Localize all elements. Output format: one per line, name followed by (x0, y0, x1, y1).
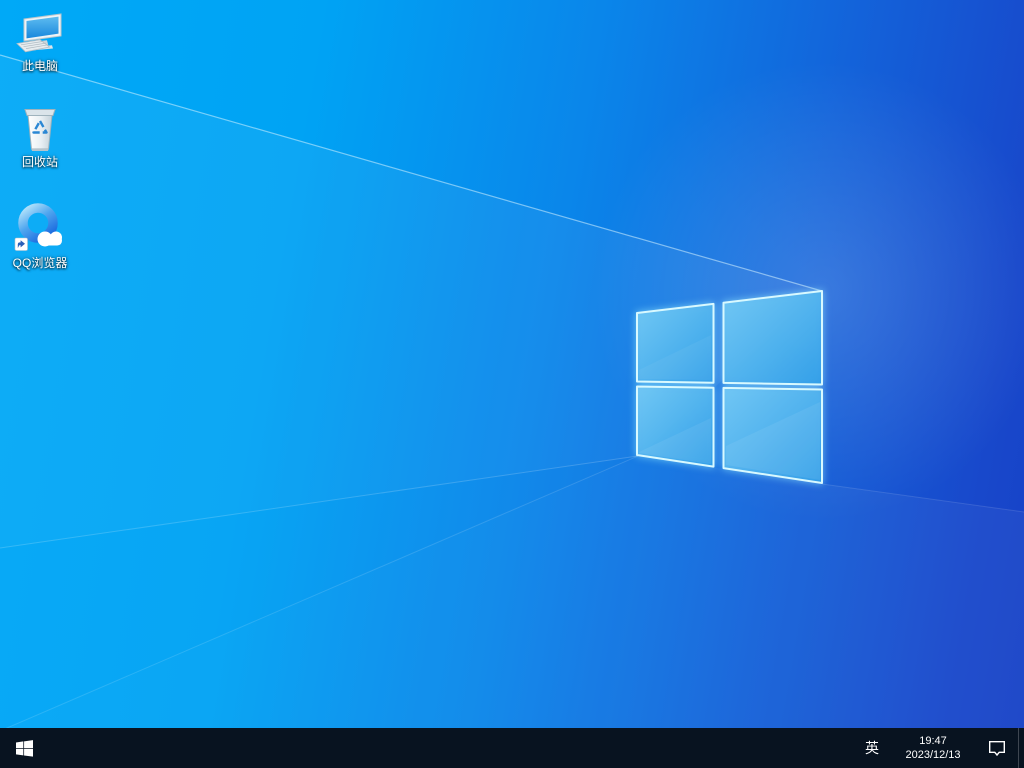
clock-date: 2023/12/13 (905, 749, 961, 761)
qq-browser-icon (14, 203, 62, 251)
taskbar-clock[interactable]: 19:47 2023/12/13 (890, 728, 976, 768)
computer-monitor-icon (16, 13, 62, 53)
windows-start-icon (15, 739, 33, 757)
action-center-button[interactable] (976, 728, 1018, 768)
show-desktop-button[interactable] (1018, 728, 1024, 768)
desktop-icon-qq-browser[interactable]: QQ浏览器 (2, 201, 78, 270)
desktop-icon-this-pc[interactable]: 此电脑 (2, 8, 78, 73)
desktop-icon-label: 此电脑 (21, 59, 58, 73)
wallpaper-light-rays (0, 54, 1024, 728)
recycle-bin-icon (24, 109, 56, 151)
start-button[interactable] (0, 728, 48, 768)
desktop-icon-label: QQ浏览器 (12, 256, 68, 270)
clock-time: 19:47 (919, 735, 947, 747)
system-tray: 英 19:47 2023/12/13 (854, 728, 1024, 768)
action-center-icon (989, 740, 1005, 756)
wallpaper-art (0, 54, 1024, 728)
desktop-wallpaper[interactable] (0, 0, 1024, 768)
input-method-indicator[interactable]: 英 (854, 728, 890, 768)
desktop-icon-recycle-bin[interactable]: 回收站 (2, 104, 78, 169)
taskbar: 英 19:47 2023/12/13 (0, 728, 1024, 768)
desktop-icon-label: 回收站 (21, 155, 58, 169)
windows-desktop: 此电脑 回收站 QQ浏览器 英 19:47 2023/12/13 (0, 0, 1024, 768)
taskbar-empty-area[interactable] (48, 728, 854, 768)
